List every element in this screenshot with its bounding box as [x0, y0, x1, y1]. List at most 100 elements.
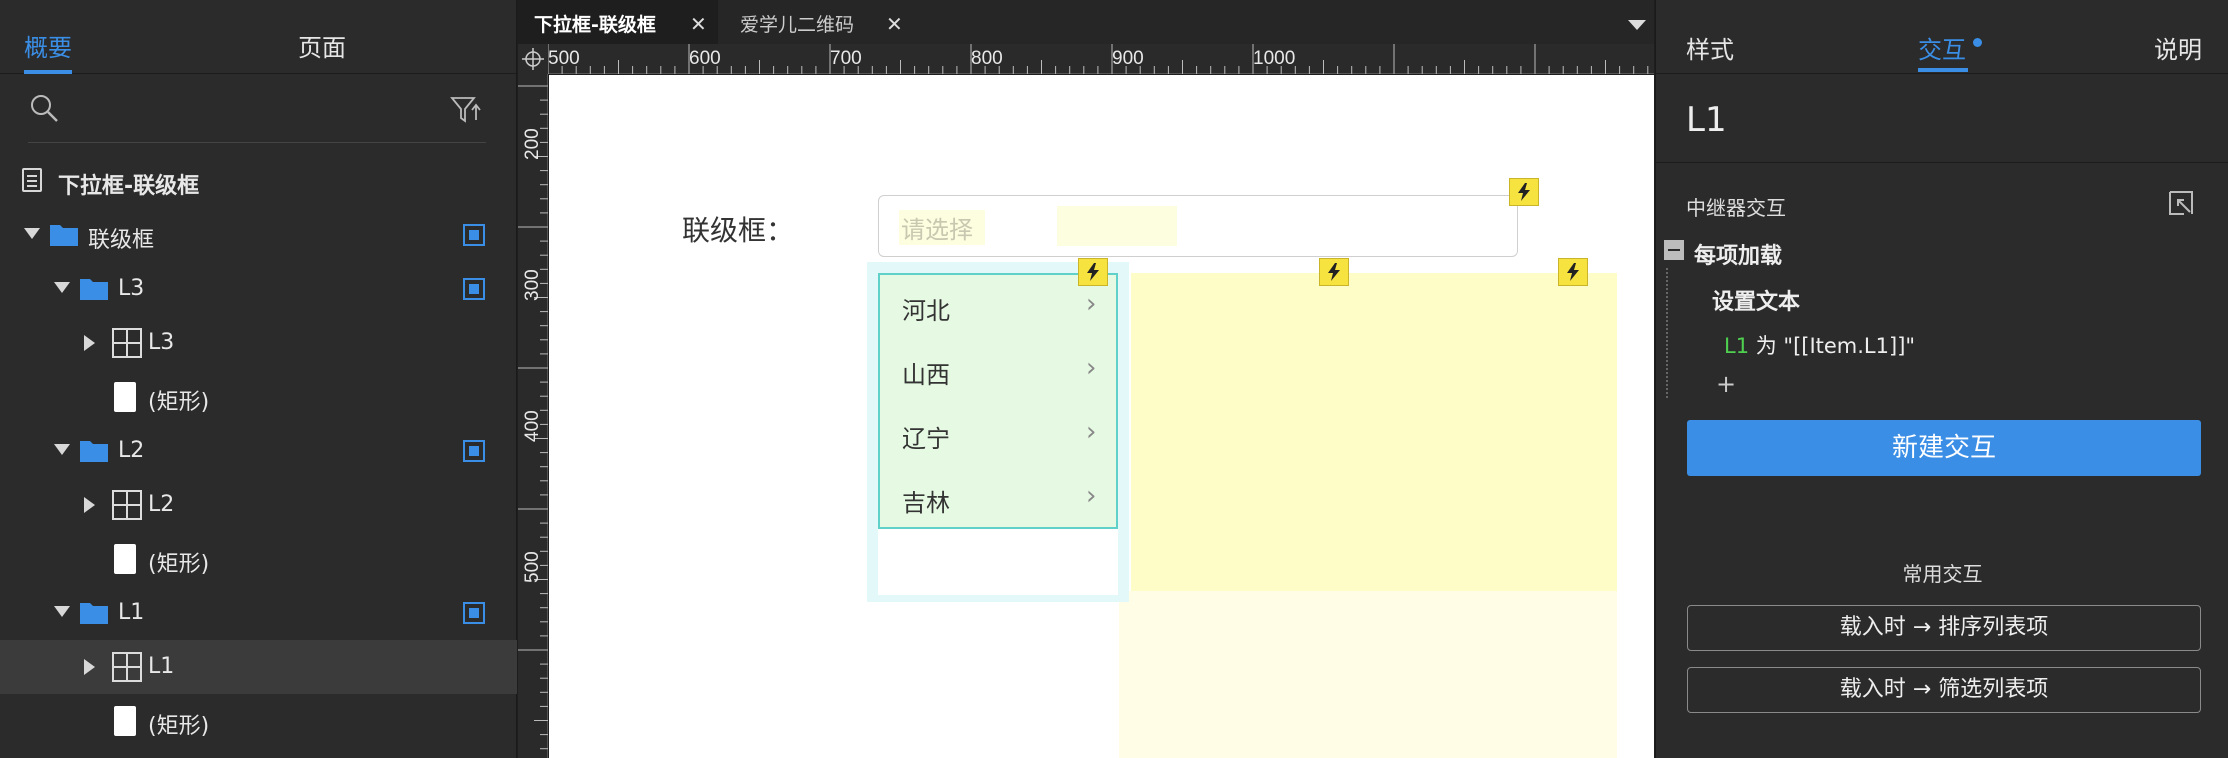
section-title: 中继器交互 [1686, 196, 1786, 220]
ruler-label: 800 [971, 48, 1003, 69]
list-item[interactable]: 吉林 › [880, 467, 1116, 531]
open-dialog-icon[interactable] [2166, 190, 2196, 218]
design-canvas[interactable]: 联级框： 请选择 河北 › 山西 › 辽宁 › 吉林 › [549, 75, 1654, 758]
tree-row-repeater-selected[interactable]: L1 [0, 640, 517, 694]
tab-notes[interactable]: 说明 [2154, 30, 2202, 65]
tree-label: L2 [118, 438, 145, 463]
tree-row-folder[interactable]: L1 [0, 586, 517, 640]
chevron-right-icon: › [1086, 417, 1097, 447]
expand-caret-icon[interactable] [84, 497, 95, 513]
tab-style[interactable]: 样式 [1686, 30, 1734, 65]
tree-row-rect[interactable]: (矩形) [0, 370, 517, 424]
interaction-bolt-icon[interactable] [1558, 258, 1588, 286]
ruler-origin[interactable] [518, 44, 548, 74]
add-action-icon[interactable]: + [1716, 370, 1736, 398]
tree-row-repeater[interactable]: L2 [0, 478, 517, 532]
ruler-label: 1000 [1253, 48, 1296, 69]
new-interaction-button[interactable]: 新建交互 [1687, 420, 2201, 476]
inspector-panel: 样式 交互 说明 L1 中继器交互 每项加载 设置文本 L1 为 "[[Item… [1655, 0, 2228, 758]
visibility-box-icon[interactable] [463, 278, 485, 300]
horizontal-ruler[interactable]: 500 600 700 800 900 1000 [547, 44, 1654, 74]
close-icon[interactable]: ✕ [690, 12, 707, 36]
widget-name[interactable]: L1 [1686, 100, 1727, 140]
tab-pages[interactable]: 页面 [298, 28, 346, 63]
repeater-l1-list[interactable]: 河北 › 山西 › 辽宁 › 吉林 › [878, 273, 1118, 529]
collapse-caret-icon[interactable] [54, 444, 70, 455]
action-name[interactable]: 设置文本 [1712, 284, 1800, 316]
interaction-bolt-icon[interactable] [1509, 178, 1539, 206]
visibility-box-icon[interactable] [463, 440, 485, 462]
list-item-label: 吉林 [902, 489, 950, 517]
ruler-label: 700 [830, 48, 862, 69]
interaction-bolt-icon[interactable] [1319, 258, 1349, 286]
action-expression: 为 "[[Item.L1]]" [1749, 334, 1916, 358]
ruler-label: 500 [548, 48, 580, 69]
folder-icon [80, 603, 108, 624]
collapse-event-icon[interactable] [1664, 240, 1684, 260]
tree-row-folder[interactable]: L3 [0, 262, 517, 316]
list-item[interactable]: 山西 › [880, 339, 1116, 403]
visibility-box-icon[interactable] [463, 602, 485, 624]
repeater-l3-area[interactable] [1131, 273, 1617, 591]
chevron-down-icon[interactable] [1628, 20, 1646, 30]
cascade-label: 联级框： [682, 214, 795, 247]
doc-tab[interactable]: 爱学儿二维码 ✕ [722, 0, 912, 44]
folder-icon [80, 441, 108, 462]
page-title: 下拉框-联级框 [58, 174, 200, 199]
placeholder-highlight [1057, 206, 1177, 246]
list-item[interactable]: 辽宁 › [880, 403, 1116, 467]
divider [1656, 162, 2228, 163]
interaction-bolt-icon[interactable] [1078, 258, 1108, 286]
tree-row-folder[interactable]: 联级框 [0, 208, 517, 262]
collapse-caret-icon[interactable] [24, 228, 40, 239]
tree-row-rect[interactable]: (矩形) [0, 694, 517, 748]
event-name[interactable]: 每项加载 [1694, 238, 1782, 270]
expand-caret-icon[interactable] [84, 659, 95, 675]
repeater-l2-area[interactable] [1119, 591, 1617, 758]
ruler-label: 200 [522, 128, 543, 160]
tab-interactions[interactable]: 交互 [1918, 30, 1966, 65]
vertical-ruler[interactable]: 200 300 400 500 [518, 74, 548, 758]
visibility-box-icon[interactable] [463, 224, 485, 246]
filter-icon[interactable] [450, 94, 482, 126]
list-item-label: 山西 [902, 361, 950, 389]
rectangle-icon [114, 706, 136, 736]
tree-label: L2 [148, 492, 175, 517]
quick-interaction-button[interactable]: 载入时 → 筛选列表项 [1687, 667, 2201, 713]
doc-tab-label: 下拉框-联级框 [534, 14, 656, 36]
tree-label: (矩形) [148, 552, 210, 577]
list-item-label: 辽宁 [902, 425, 950, 453]
outline-panel: 概要 页面 下拉框-联级框 联级框 L3 L3 (矩形) L2 L2 (矩形) … [0, 0, 517, 758]
collapse-caret-icon[interactable] [54, 606, 70, 617]
tree-row-repeater[interactable]: L3 [0, 316, 517, 370]
doc-tab-label: 爱学儿二维码 [740, 14, 855, 36]
action-detail[interactable]: L1 为 "[[Item.L1]]" [1724, 330, 1915, 360]
quick-interaction-button[interactable]: 载入时 → 排序列表项 [1687, 605, 2201, 651]
repeater-icon [112, 490, 142, 520]
tab-outline[interactable]: 概要 [24, 28, 72, 63]
ruler-label: 300 [522, 269, 543, 301]
expand-caret-icon[interactable] [84, 335, 95, 351]
modified-dot [1973, 38, 1982, 47]
ruler-label: 600 [689, 48, 721, 69]
close-icon[interactable]: ✕ [886, 12, 903, 36]
tree-row-folder[interactable]: L2 [0, 424, 517, 478]
select-placeholder: 请选择 [899, 210, 985, 245]
active-tab-indicator [24, 70, 72, 74]
tree-page-row[interactable]: 下拉框-联级框 [0, 154, 517, 208]
outline-search [0, 76, 517, 144]
action-target: L1 [1724, 334, 1750, 358]
doc-tab-active[interactable]: 下拉框-联级框 ✕ [518, 0, 718, 44]
tree-label: (矩形) [148, 390, 210, 415]
tree-label: 联级框 [88, 228, 155, 253]
tree-row-rect[interactable]: (矩形) [0, 532, 517, 586]
tree-label: L1 [148, 654, 175, 679]
tree-label: L1 [118, 600, 145, 625]
ruler-label: 400 [522, 410, 543, 442]
collapse-caret-icon[interactable] [54, 282, 70, 293]
active-tab-indicator [1918, 68, 1968, 72]
cascade-select-field[interactable]: 请选择 [878, 195, 1518, 257]
rectangle-icon [114, 544, 136, 574]
search-icon[interactable] [28, 92, 60, 124]
inspector-tabs: 样式 交互 说明 [1656, 0, 2228, 74]
